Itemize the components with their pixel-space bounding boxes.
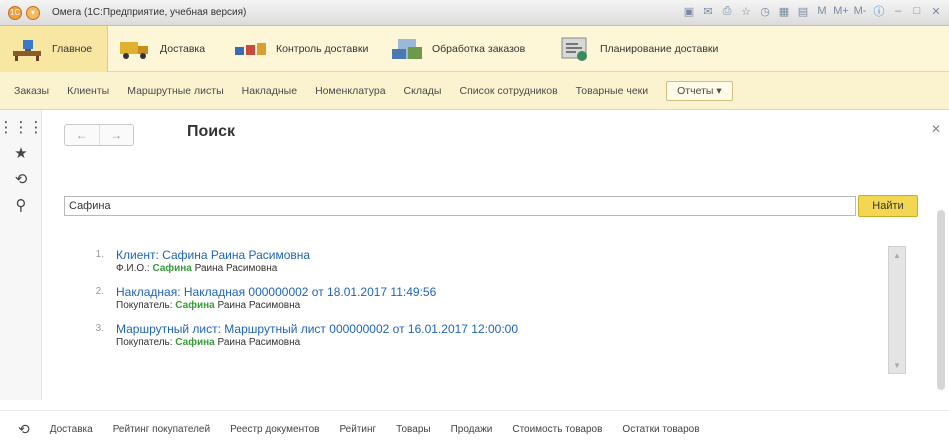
result-details: Ф.И.О.: Сафина Раина Расимовна (116, 263, 870, 274)
func-invoices[interactable]: Накладные (242, 85, 297, 97)
result-highlight: Сафина (175, 300, 215, 311)
result-field-label: Покупатель: (116, 300, 173, 311)
section-delivery-label: Доставка (160, 42, 206, 55)
result-number: 2. (95, 286, 104, 297)
planning-icon (558, 36, 592, 62)
history-icon[interactable]: ⟲ (0, 166, 42, 192)
section-order-processing-label: Обработка заказов (432, 42, 526, 55)
result-number: 3. (95, 323, 104, 334)
desk-icon (10, 36, 44, 62)
result-link[interactable]: Клиент: Сафина Раина Расимовна (116, 248, 870, 262)
favorites-star-icon[interactable]: ★ (0, 140, 42, 166)
result-details: Покупатель: Сафина Раина Расимовна (116, 337, 870, 348)
truck-icon (118, 36, 152, 62)
result-link[interactable]: Маршрутный лист: Маршрутный лист 0000000… (116, 322, 870, 336)
result-item: 1. Клиент: Сафина Раина Расимовна Ф.И.О.… (90, 248, 870, 274)
result-item: 3. Маршрутный лист: Маршрутный лист 0000… (90, 322, 870, 348)
memory-m-button[interactable]: M (815, 4, 829, 18)
bottom-link[interactable]: Рейтинг (339, 424, 376, 435)
result-field-rest: Раина Расимовна (217, 300, 301, 311)
mail-icon[interactable]: ✉ (701, 4, 715, 18)
memory-plus-button[interactable]: M+ (833, 4, 849, 18)
memory-minus-button[interactable]: M- (853, 4, 867, 18)
window-title: Омега (1С:Предприятие, учебная версия) (52, 7, 247, 18)
function-panel: Заказы Клиенты Маршрутные листы Накладны… (0, 72, 949, 110)
result-item: 2. Накладная: Накладная 000000002 от 18.… (90, 285, 870, 311)
info-icon[interactable]: ⓘ (872, 4, 886, 18)
section-main[interactable]: Главное (0, 25, 108, 72)
back-arrow-icon[interactable]: ← (65, 125, 99, 145)
main-area: ← → Поиск ✕ Найти 1. Клиент: Сафина Раин… (42, 110, 949, 400)
bottom-link[interactable]: Остатки товаров (622, 424, 699, 435)
history-icon[interactable]: ⟲ (18, 421, 30, 438)
bottom-link[interactable]: Доставка (50, 424, 93, 435)
bottom-link[interactable]: Рейтинг покупателей (113, 424, 210, 435)
app-menu-icon[interactable]: 1С (8, 5, 22, 20)
section-delivery-control-label: Контроль доставки (276, 42, 369, 55)
result-field-rest: Раина Расимовна (194, 263, 278, 274)
page-title: Поиск (187, 123, 236, 140)
section-delivery[interactable]: Доставка (108, 26, 224, 72)
all-functions-icon[interactable]: ⋮⋮⋮ (0, 114, 44, 140)
result-link[interactable]: Накладная: Накладная 000000002 от 18.01.… (116, 285, 870, 299)
title-bar: 1С ▾ Омега (1С:Предприятие, учебная верс… (0, 0, 949, 26)
func-clients[interactable]: Клиенты (67, 85, 109, 97)
func-route-sheets[interactable]: Маршрутные листы (127, 85, 223, 97)
results-scrollbar[interactable]: ▲ ▼ (888, 246, 906, 374)
bottom-link[interactable]: Товары (396, 424, 430, 435)
bottom-panel: ⟲ Доставка Рейтинг покупателей Реестр до… (0, 410, 949, 447)
sections-panel: Главное Доставка Контроль доставки Обраб… (0, 25, 949, 72)
search-icon[interactable]: ⚲ (0, 192, 42, 218)
result-field-label: Ф.И.О.: (116, 263, 150, 274)
result-field-rest: Раина Расимовна (217, 337, 301, 348)
calendar-icon[interactable]: ▦ (777, 4, 791, 18)
maximize-icon[interactable]: □ (910, 4, 924, 18)
func-orders[interactable]: Заказы (14, 85, 49, 97)
func-nomenclature[interactable]: Номенклатура (315, 85, 385, 97)
minimize-icon[interactable]: – (891, 4, 905, 18)
bottom-link[interactable]: Реестр документов (230, 424, 319, 435)
chevron-down-icon: ▾ (716, 84, 722, 97)
section-delivery-control[interactable]: Контроль доставки (224, 26, 380, 72)
func-sales-receipts[interactable]: Товарные чеки (576, 85, 648, 97)
orders-icon (390, 36, 424, 62)
reports-dropdown[interactable]: Отчеты ▾ (666, 80, 733, 101)
result-field-label: Покупатель: (116, 337, 173, 348)
func-employees[interactable]: Список сотрудников (459, 85, 557, 97)
result-details: Покупатель: Сафина Раина Расимовна (116, 300, 870, 311)
find-button[interactable]: Найти (858, 195, 918, 217)
section-delivery-planning[interactable]: Планирование доставки (548, 26, 768, 72)
save-icon[interactable]: ▣ (682, 4, 696, 18)
nav-buttons: ← → (64, 124, 134, 146)
toolbar-tools: ▣ ✉ ⎙ ☆ ◷ ▦ ▤ M M+ M- ⓘ – □ ✕ (682, 4, 943, 19)
section-delivery-planning-label: Планирование доставки (600, 42, 719, 55)
left-tool-strip: ⋮⋮⋮ ★ ⟲ ⚲ (0, 110, 44, 400)
control-icon (234, 36, 268, 62)
search-results: 1. Клиент: Сафина Раина Расимовна Ф.И.О.… (90, 248, 870, 359)
preview-icon[interactable]: ⎙ (720, 4, 734, 18)
scroll-up-icon[interactable]: ▲ (889, 249, 905, 261)
close-form-icon[interactable]: ✕ (931, 122, 941, 136)
page-scrollbar[interactable] (937, 210, 945, 390)
calc-icon[interactable]: ▤ (796, 4, 810, 18)
scroll-down-icon[interactable]: ▼ (889, 359, 905, 371)
result-highlight: Сафина (175, 337, 215, 348)
bottom-link[interactable]: Продажи (451, 424, 493, 435)
favorite-icon[interactable]: ☆ (739, 4, 753, 18)
history-icon[interactable]: ◷ (758, 4, 772, 18)
main-menu-icon[interactable]: ▾ (26, 5, 40, 20)
bottom-link[interactable]: Стоимость товаров (512, 424, 602, 435)
func-warehouses[interactable]: Склады (404, 85, 442, 97)
result-number: 1. (95, 249, 104, 260)
forward-arrow-icon[interactable]: → (98, 125, 134, 145)
result-highlight: Сафина (152, 263, 192, 274)
search-input[interactable] (64, 196, 856, 216)
section-order-processing[interactable]: Обработка заказов (380, 26, 548, 72)
close-icon[interactable]: ✕ (929, 4, 943, 18)
reports-dropdown-label: Отчеты (677, 84, 714, 97)
section-main-label: Главное (52, 42, 93, 55)
